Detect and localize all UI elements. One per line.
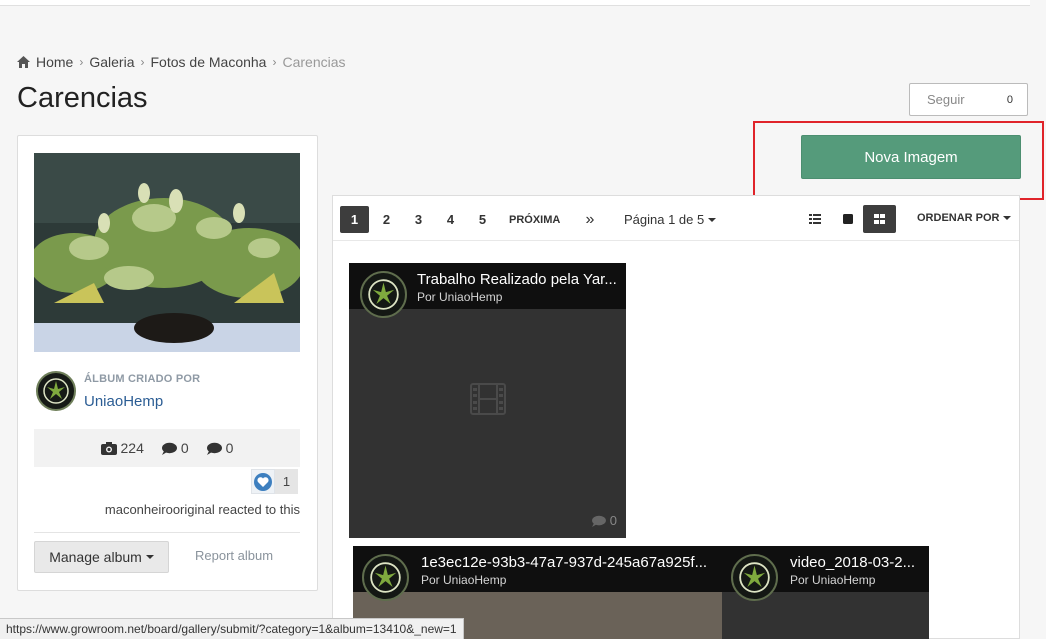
camera-icon — [100, 441, 117, 455]
page-title: Carencias — [17, 82, 148, 114]
gallery-item-comment-count: 0 — [609, 513, 617, 528]
report-album-link[interactable]: Report album — [195, 548, 273, 563]
gallery-item-title[interactable]: 1e3ec12e-93b3-47a7-937d-245a67a925f... — [421, 554, 707, 571]
home-icon — [17, 56, 30, 68]
manage-album-label: Manage album — [49, 549, 142, 565]
gallery-item[interactable]: Trabalho Realizado pela Yar... Por Uniao… — [349, 263, 626, 538]
video-film-icon — [470, 383, 506, 415]
comments-icon — [206, 442, 222, 455]
comment-count: 0 — [161, 440, 189, 456]
follow-label: Seguir — [927, 92, 965, 107]
author-avatar[interactable] — [362, 554, 409, 601]
album-created-by-label: ÁLBUM CRIADO POR — [84, 373, 201, 385]
sort-dropdown[interactable]: ORDENAR POR — [917, 212, 1011, 224]
last-page-button[interactable]: » — [583, 206, 597, 233]
gallery-item[interactable]: video_2018-03-2... Por UniaoHemp — [722, 546, 929, 639]
gallery-item-author[interactable]: Por UniaoHemp — [421, 573, 506, 587]
comment-icon — [161, 442, 177, 455]
caret-down-icon — [1002, 216, 1011, 220]
gallery-item-title[interactable]: video_2018-03-2... — [790, 554, 915, 571]
follow-count: 0 — [1006, 93, 1013, 106]
grid-view-button[interactable] — [863, 205, 896, 233]
page-4-button[interactable]: 4 — [442, 206, 459, 233]
author-avatar[interactable] — [731, 554, 778, 601]
page-5-button[interactable]: 5 — [474, 206, 491, 233]
follow-button[interactable]: Seguir 0 — [909, 83, 1028, 116]
list-view-button[interactable] — [798, 205, 831, 233]
album-sidebar: ÁLBUM CRIADO POR UniaoHemp 224 0 0 1 mac… — [17, 135, 318, 591]
manage-album-button[interactable]: Manage album — [34, 541, 169, 573]
comment-icon — [591, 515, 606, 527]
sort-label: ORDENAR POR — [917, 212, 1000, 224]
large-view-button[interactable] — [831, 205, 864, 233]
square-view-icon — [842, 214, 853, 224]
like-count: 1 — [275, 469, 298, 494]
page-2-button[interactable]: 2 — [378, 206, 395, 233]
review-count-value: 0 — [225, 440, 234, 456]
breadcrumb: Home › Galeria › Fotos de Maconha › Care… — [17, 54, 346, 70]
reacted-text[interactable]: maconheirooriginal reacted to this — [105, 502, 300, 517]
chevron-right-icon: › — [272, 55, 277, 69]
owner-avatar[interactable] — [36, 371, 76, 411]
breadcrumb-fotos[interactable]: Fotos de Maconha — [151, 54, 267, 70]
chevron-right-icon: › — [140, 55, 145, 69]
list-view-icon — [808, 214, 821, 224]
caret-down-icon — [145, 555, 154, 559]
album-stats: 224 0 0 — [34, 429, 300, 467]
reaction-summary[interactable]: 1 — [251, 469, 298, 494]
author-avatar[interactable] — [360, 271, 407, 318]
gallery-item-author[interactable]: Por UniaoHemp — [417, 290, 502, 304]
browser-status-bar: https://www.growroom.net/board/gallery/s… — [0, 618, 464, 639]
page-1-button[interactable]: 1 — [340, 206, 369, 233]
image-count: 224 — [100, 440, 144, 456]
review-count: 0 — [206, 440, 234, 456]
album-owner-link[interactable]: UniaoHemp — [84, 393, 163, 410]
breadcrumb-galeria[interactable]: Galeria — [89, 54, 134, 70]
breadcrumb-current: Carencias — [282, 54, 346, 70]
image-count-value: 224 — [120, 440, 144, 456]
chevron-right-icon: › — [79, 55, 84, 69]
gallery-item-comments: 0 — [591, 513, 617, 528]
album-cover-image[interactable] — [34, 153, 300, 352]
heart-icon — [251, 469, 275, 494]
breadcrumb-home[interactable]: Home — [36, 54, 73, 70]
caret-down-icon — [708, 217, 717, 222]
gallery-listing: 1 2 3 4 5 PRÓXIMA » Página 1 de 5 ORDENA… — [332, 195, 1020, 639]
comment-count-value: 0 — [180, 440, 189, 456]
page-jump-dropdown[interactable]: Página 1 de 5 — [624, 212, 717, 227]
top-bar — [0, 0, 1030, 6]
listing-toolbar: 1 2 3 4 5 PRÓXIMA » Página 1 de 5 ORDENA… — [333, 196, 1019, 241]
gallery-item-author[interactable]: Por UniaoHemp — [790, 573, 875, 587]
page-info-text: Página 1 de 5 — [624, 212, 705, 227]
next-page-button[interactable]: PRÓXIMA — [509, 206, 560, 233]
gallery-item-title[interactable]: Trabalho Realizado pela Yar... — [417, 271, 617, 288]
page-3-button[interactable]: 3 — [410, 206, 427, 233]
grid-view-icon — [874, 214, 885, 224]
highlight-box — [753, 121, 1044, 200]
divider — [34, 532, 300, 533]
